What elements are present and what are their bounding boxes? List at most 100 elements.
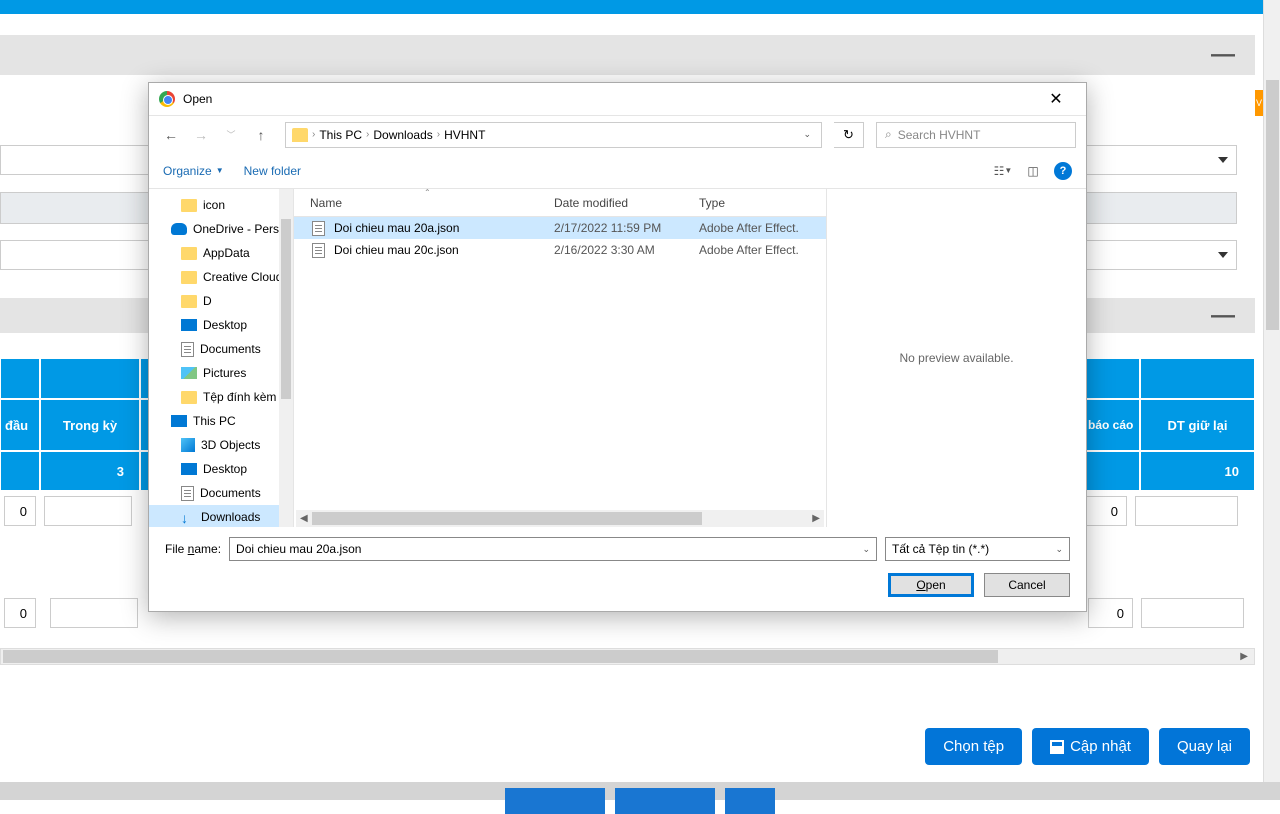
side-tag[interactable]: V: [1255, 90, 1263, 116]
action-buttons: Chọn tệp Cập nhật Quay lại: [925, 728, 1250, 765]
tree-item[interactable]: AppData: [149, 241, 293, 265]
tree-item[interactable]: This PC: [149, 409, 293, 433]
tree-item-label: AppData: [203, 246, 250, 260]
desktop-icon: [181, 319, 197, 331]
scrollbar-thumb[interactable]: [312, 512, 702, 525]
cancel-button[interactable]: Cancel: [984, 573, 1070, 597]
tree-item[interactable]: Documents: [149, 481, 293, 505]
tree-item-label: Desktop: [203, 462, 247, 476]
tree-item[interactable]: 3D Objects: [149, 433, 293, 457]
col-header-baocao: báo cáo: [1085, 399, 1140, 451]
history-dropdown-icon[interactable]: ﹀: [219, 123, 243, 147]
tree-item[interactable]: Desktop: [149, 313, 293, 337]
tree-scrollbar[interactable]: [279, 189, 293, 527]
tree-item[interactable]: Downloads: [149, 505, 293, 527]
choose-file-button[interactable]: Chọn tệp: [925, 728, 1022, 765]
scrollbar-thumb[interactable]: [1266, 80, 1279, 330]
collapse-icon[interactable]: —: [1211, 302, 1235, 330]
pc-icon: [171, 415, 187, 427]
file-row[interactable]: Doi chieu mau 20c.json2/16/2022 3:30 AMA…: [294, 239, 826, 261]
dialog-toolbar: Organize ▼ New folder ☷ ▼ ◫ ?: [149, 153, 1086, 189]
tree-item[interactable]: Documents: [149, 337, 293, 361]
address-bar[interactable]: › This PC › Downloads › HVHNT ⌄: [285, 122, 822, 148]
file-row[interactable]: Doi chieu mau 20a.json2/17/2022 11:59 PM…: [294, 217, 826, 239]
address-dropdown-icon[interactable]: ⌄: [799, 129, 815, 140]
scrollbar-thumb[interactable]: [3, 650, 998, 663]
cell-input[interactable]: [44, 496, 132, 526]
page-top-bar: [0, 0, 1280, 14]
scroll-left-icon[interactable]: ◀: [296, 513, 312, 524]
dialog-titlebar: Open ✕: [149, 83, 1086, 115]
preview-pane-icon[interactable]: ◫: [1024, 162, 1042, 180]
column-header-name[interactable]: Name ⌃: [294, 196, 554, 210]
file-date: 2/17/2022 11:59 PM: [554, 221, 699, 235]
file-list-area: Name ⌃ Date modified Type Doi chieu mau …: [294, 189, 826, 527]
doc-icon: [181, 486, 194, 501]
cell-input[interactable]: [1080, 496, 1127, 526]
file-type: Adobe After Effect.: [699, 221, 799, 235]
help-icon[interactable]: ?: [1054, 162, 1072, 180]
column-header-date[interactable]: Date modified: [554, 196, 699, 210]
folder-icon: [181, 247, 197, 260]
cell-input[interactable]: [4, 496, 36, 526]
tree-item[interactable]: D: [149, 289, 293, 313]
folder-icon: [181, 295, 197, 308]
tree-item[interactable]: Tệp đính kèm: [149, 385, 293, 409]
cell-value: 10: [1140, 451, 1255, 491]
tree-item-label: Desktop: [203, 318, 247, 332]
preview-pane: No preview available.: [826, 189, 1086, 527]
vertical-scrollbar[interactable]: [1263, 0, 1280, 800]
filetype-select[interactable]: Tất cả Tệp tin (*.*) ⌄: [885, 537, 1070, 561]
file-open-dialog: Open ✕ ← → ﹀ ↑ › This PC › Downloads › H…: [148, 82, 1087, 612]
column-header-type[interactable]: Type: [699, 196, 826, 210]
save-icon: [1050, 740, 1064, 754]
chrome-icon: [159, 91, 175, 107]
up-arrow-icon[interactable]: ↑: [249, 123, 273, 147]
file-list: Doi chieu mau 20a.json2/17/2022 11:59 PM…: [294, 217, 826, 510]
filename-input[interactable]: Doi chieu mau 20a.json ⌄: [229, 537, 877, 561]
scroll-right-icon[interactable]: ▶: [808, 513, 824, 524]
collapse-icon[interactable]: —: [1211, 41, 1235, 69]
cell-input[interactable]: [1141, 598, 1244, 628]
chevron-down-icon: ⌄: [1055, 544, 1063, 555]
file-list-hscrollbar[interactable]: ◀ ▶: [296, 510, 824, 527]
dl-icon: [181, 510, 195, 524]
horizontal-scrollbar[interactable]: ▶: [0, 648, 1255, 665]
col-header-dtgiulai: DT giữ lại: [1140, 399, 1255, 451]
refresh-button[interactable]: ↻: [834, 122, 864, 148]
scrollbar-thumb[interactable]: [281, 219, 291, 399]
filename-value: Doi chieu mau 20a.json: [236, 542, 361, 556]
new-folder-button[interactable]: New folder: [244, 164, 301, 178]
tree-item[interactable]: icon: [149, 193, 293, 217]
chevron-right-icon: ›: [366, 129, 369, 140]
preview-message: No preview available.: [899, 351, 1013, 365]
cell-input[interactable]: [4, 598, 36, 628]
chevron-down-icon: [1218, 252, 1228, 258]
breadcrumb-item[interactable]: HVHNT: [444, 128, 485, 142]
breadcrumb-item[interactable]: This PC: [319, 128, 362, 142]
tree-item[interactable]: OneDrive - Person: [149, 217, 293, 241]
file-list-header: Name ⌃ Date modified Type: [294, 189, 826, 217]
breadcrumb-item[interactable]: Downloads: [373, 128, 432, 142]
cell-input[interactable]: [1088, 598, 1133, 628]
dialog-nav-bar: ← → ﹀ ↑ › This PC › Downloads › HVHNT ⌄ …: [149, 115, 1086, 153]
tree-item[interactable]: Creative Cloud F: [149, 265, 293, 289]
back-arrow-icon[interactable]: ←: [159, 123, 183, 147]
tree-item[interactable]: Pictures: [149, 361, 293, 385]
view-options-icon[interactable]: ☷ ▼: [994, 162, 1012, 180]
organize-menu[interactable]: Organize ▼: [163, 164, 224, 178]
button-label: Cập nhật: [1070, 738, 1131, 755]
cell-input[interactable]: [50, 598, 138, 628]
scroll-right-icon[interactable]: ▶: [1240, 651, 1254, 662]
chevron-right-icon: ›: [437, 129, 440, 140]
tree-item[interactable]: Desktop: [149, 457, 293, 481]
back-button[interactable]: Quay lại: [1159, 728, 1250, 765]
close-button[interactable]: ✕: [1036, 85, 1076, 113]
open-button[interactable]: Open: [888, 573, 974, 597]
cell-value: 3: [40, 451, 140, 491]
file-date: 2/16/2022 3:30 AM: [554, 243, 699, 257]
update-button[interactable]: Cập nhật: [1032, 728, 1149, 765]
collapsible-section-1: —: [0, 35, 1255, 75]
search-input[interactable]: ⌕ Search HVHNT: [876, 122, 1076, 148]
cell-input[interactable]: [1135, 496, 1238, 526]
